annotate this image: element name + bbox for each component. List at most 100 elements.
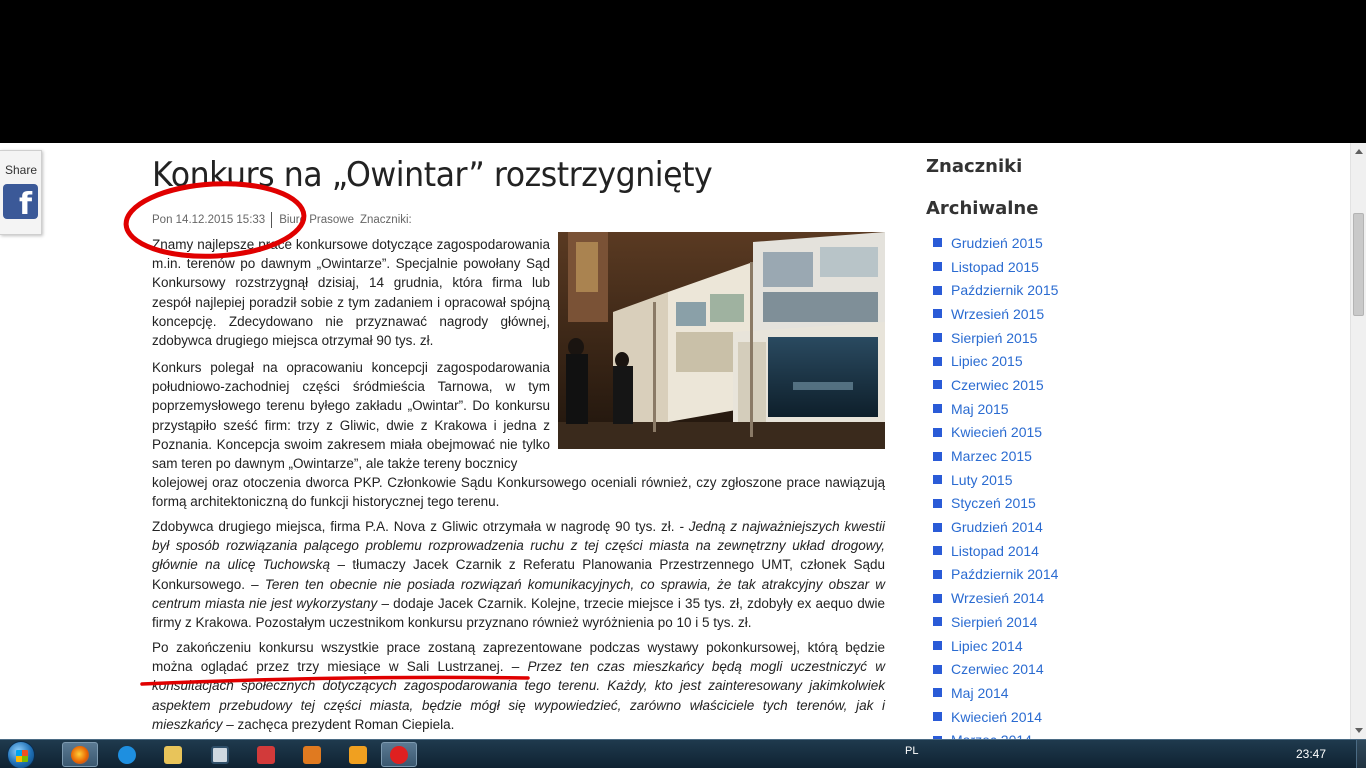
archive-link[interactable]: Listopad 2015: [951, 259, 1039, 275]
window-icon: [211, 745, 229, 764]
archive-item: Marzec 2014: [933, 728, 1058, 739]
bullet-icon: [933, 380, 942, 390]
language-indicator[interactable]: PL: [905, 745, 918, 757]
tags-heading: Znaczniki: [926, 156, 1023, 177]
archive-link[interactable]: Lipiec 2014: [951, 638, 1023, 654]
archive-link[interactable]: Czerwiec 2015: [951, 377, 1044, 393]
archive-item: Lipiec 2015: [933, 349, 1058, 373]
taskbar-firefox[interactable]: [62, 742, 98, 767]
archive-item: Czerwiec 2014: [933, 657, 1058, 681]
article-paragraph-3: Zdobywca drugiego miejsca, firma P.A. No…: [152, 519, 886, 631]
windows-logo-icon: [16, 750, 28, 762]
bullet-icon: [933, 309, 942, 319]
archive-link[interactable]: Kwiecień 2014: [951, 709, 1042, 725]
bullet-icon: [933, 617, 942, 627]
archive-link[interactable]: Wrzesień 2014: [951, 590, 1044, 606]
taskbar-internet-explorer[interactable]: [109, 742, 145, 767]
category-link[interactable]: Biuro Prasowe: [279, 214, 354, 226]
archive-item: Maj 2014: [933, 681, 1058, 705]
facebook-icon[interactable]: f: [3, 184, 38, 219]
paragraph-2-wrapped: Konkurs polegał na opracowaniu koncepcji…: [152, 360, 550, 472]
archive-item: Październik 2014: [933, 563, 1058, 587]
article-date: Pon 14.12.2015 15:33: [152, 214, 266, 226]
archive-item: Listopad 2014: [933, 539, 1058, 563]
media-player-icon: [349, 745, 367, 764]
archive-link[interactable]: Czerwiec 2014: [951, 661, 1044, 677]
archive-link[interactable]: Wrzesień 2015: [951, 306, 1044, 322]
article-paragraph-4: Po zakończeniu konkursu wszystkie prace …: [152, 640, 885, 732]
bullet-icon: [933, 451, 942, 461]
bullet-icon: [933, 664, 942, 674]
archive-item: Marzec 2015: [933, 444, 1058, 468]
article-paragraph-2: Konkurs polegał na opracowaniu koncepcji…: [152, 358, 885, 512]
archive-link[interactable]: Grudzień 2014: [951, 519, 1043, 535]
bullet-icon: [933, 522, 942, 532]
black-top-band: [0, 0, 1366, 143]
archive-link[interactable]: Styczeń 2015: [951, 495, 1036, 511]
archive-link[interactable]: Lipiec 2015: [951, 353, 1023, 369]
article-paragraph-1: Znamy najlepsze prace konkursowe dotyczą…: [152, 237, 550, 349]
bullet-icon: [933, 475, 942, 485]
tags-label: Znaczniki:: [359, 214, 412, 226]
show-desktop-button[interactable]: [1356, 740, 1366, 768]
taskbar-puzzle-app[interactable]: [248, 742, 284, 767]
archive-item: Lipiec 2014: [933, 634, 1058, 658]
bullet-icon: [933, 427, 942, 437]
bullet-icon: [933, 498, 942, 508]
archive-link[interactable]: Maj 2014: [951, 685, 1009, 701]
archive-list: Grudzień 2015 Listopad 2015 Październik 20…: [933, 231, 1058, 739]
taskbar-file-explorer[interactable]: [155, 742, 191, 767]
bullet-icon: [933, 546, 942, 556]
share-widget: Share f: [0, 150, 42, 235]
archive-item: Sierpień 2014: [933, 610, 1058, 634]
archive-link[interactable]: Grudzień 2015: [951, 235, 1043, 251]
bullet-icon: [933, 404, 942, 414]
archive-item: Październik 2015: [933, 278, 1058, 302]
bullet-icon: [933, 712, 942, 722]
taskbar-red-app[interactable]: [381, 742, 417, 767]
archive-link[interactable]: Kwiecień 2015: [951, 424, 1042, 440]
archive-link[interactable]: Listopad 2014: [951, 543, 1039, 559]
start-button[interactable]: [7, 741, 35, 768]
taskbar-window-app[interactable]: [202, 742, 238, 767]
windows-taskbar: PL 23:47: [0, 739, 1366, 768]
bullet-icon: [933, 285, 942, 295]
folder-icon: [164, 745, 182, 764]
bullet-icon: [933, 356, 942, 366]
bullet-icon: [933, 641, 942, 651]
slideshow-icon: [303, 745, 321, 764]
bullet-icon: [933, 333, 942, 343]
scroll-down-icon[interactable]: [1355, 728, 1363, 733]
archive-heading: Archiwalne: [926, 198, 1039, 219]
share-label: Share: [5, 163, 38, 177]
archive-item: Sierpień 2015: [933, 326, 1058, 350]
scroll-thumb[interactable]: [1353, 213, 1364, 316]
archive-item: Wrzesień 2015: [933, 302, 1058, 326]
firefox-icon: [71, 745, 89, 764]
taskbar-media-player[interactable]: [340, 742, 376, 767]
archive-link[interactable]: Maj 2015: [951, 401, 1009, 417]
vertical-scrollbar[interactable]: [1350, 143, 1366, 739]
archive-item: Kwiecień 2014: [933, 705, 1058, 729]
paragraph-2-full: kolejowej oraz otoczenia dworca PKP. Czł…: [152, 475, 885, 510]
bullet-icon: [933, 262, 942, 272]
archive-item: Grudzień 2015: [933, 231, 1058, 255]
archive-link[interactable]: Sierpień 2015: [951, 330, 1037, 346]
archive-item: Kwiecień 2015: [933, 421, 1058, 445]
archive-link[interactable]: Październik 2015: [951, 282, 1058, 298]
archive-item: Czerwiec 2015: [933, 373, 1058, 397]
archive-link[interactable]: Luty 2015: [951, 472, 1013, 488]
archive-link[interactable]: Marzec 2015: [951, 448, 1032, 464]
clock[interactable]: 23:47: [1296, 747, 1326, 761]
puzzle-icon: [257, 745, 275, 764]
archive-item: Grudzień 2014: [933, 515, 1058, 539]
taskbar-slideshow-app[interactable]: [294, 742, 330, 767]
archive-link[interactable]: Marzec 2014: [951, 732, 1032, 739]
archive-item: Styczeń 2015: [933, 492, 1058, 516]
archive-link[interactable]: Październik 2014: [951, 566, 1058, 582]
bullet-icon: [933, 593, 942, 603]
archive-link[interactable]: Sierpień 2014: [951, 614, 1037, 630]
archive-item: Luty 2015: [933, 468, 1058, 492]
scroll-up-icon[interactable]: [1355, 149, 1363, 154]
internet-explorer-icon: [118, 745, 136, 764]
